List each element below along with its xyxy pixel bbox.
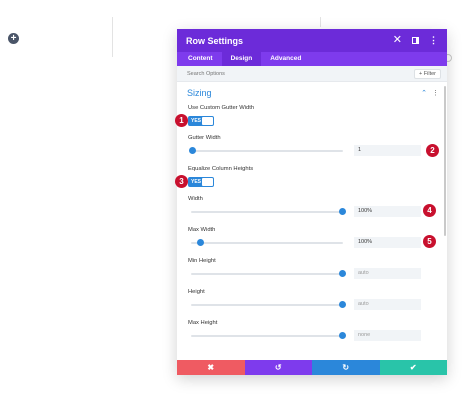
setting-gutter-width: Gutter Width 1	[188, 135, 436, 156]
filter-button[interactable]: + Filter	[414, 68, 441, 79]
setting-height: Height auto	[188, 289, 436, 310]
setting-label: Max Width	[188, 227, 216, 233]
kebab-icon[interactable]: ⋮	[432, 89, 439, 97]
setting-label: Equalize Column Heights	[188, 166, 254, 172]
annotation-badge-1: 1	[175, 114, 188, 127]
setting-label: Width	[188, 196, 203, 202]
add-section-button[interactable]: +	[8, 33, 19, 44]
setting-max-width: Max Width 100%	[188, 227, 436, 248]
gutter-toggle[interactable]: YES	[188, 116, 214, 126]
annotation-badge-5: 5	[423, 235, 436, 248]
tab-content[interactable]: Content	[179, 52, 222, 66]
toggle-state: YES	[191, 179, 202, 185]
slider-track[interactable]	[191, 304, 343, 306]
setting-label: Max Height	[188, 320, 218, 326]
tab-advanced[interactable]: Advanced	[261, 52, 310, 66]
min-height-input[interactable]: auto	[354, 268, 421, 279]
slider-thumb[interactable]	[339, 208, 346, 215]
tab-bar: Content Design Advanced	[177, 52, 447, 66]
setting-label: Use Custom Gutter Width	[188, 105, 255, 111]
column-divider	[112, 17, 113, 57]
width-input[interactable]: 100%	[354, 206, 421, 217]
slider-thumb[interactable]	[339, 332, 346, 339]
annotation-badge-4: 4	[423, 204, 436, 217]
tab-design[interactable]: Design	[221, 52, 262, 66]
setting-width: Width 100%	[188, 196, 436, 217]
setting-gutter-toggle: Use Custom Gutter Width YES	[188, 105, 436, 126]
modal-footer: ✖ ↺ ↻ ✔	[177, 360, 447, 375]
toggle-state: YES	[191, 118, 202, 124]
save-button[interactable]: ✔	[379, 360, 447, 375]
section-header[interactable]: Sizing ⌃ ⋮	[177, 82, 447, 103]
column-divider	[320, 17, 321, 27]
slider-track[interactable]	[191, 150, 343, 152]
max-height-input[interactable]: none	[354, 330, 421, 341]
close-icon[interactable]: ✕	[393, 35, 402, 46]
scrollbar[interactable]	[444, 86, 446, 236]
slider-track[interactable]	[191, 273, 343, 275]
annotation-badge-2: 2	[426, 144, 439, 157]
row-settings-modal: Row Settings ✕ ⋮ Content Design Advanced…	[177, 29, 447, 375]
equalize-toggle[interactable]: YES	[188, 177, 214, 187]
annotation-badge-3: 3	[175, 175, 188, 188]
cancel-button[interactable]: ✖	[177, 360, 245, 375]
redo-button[interactable]: ↻	[312, 360, 380, 375]
slider-thumb[interactable]	[339, 301, 346, 308]
gutter-width-input[interactable]: 1	[354, 145, 421, 156]
max-width-input[interactable]: 100%	[354, 237, 421, 248]
page: + Row Settings ✕ ⋮ Content Design Advanc…	[0, 0, 474, 410]
kebab-icon[interactable]: ⋮	[429, 36, 438, 45]
search-bar: + Filter	[177, 66, 447, 82]
chevron-up-icon[interactable]: ⌃	[421, 89, 427, 97]
columns-icon[interactable]	[412, 37, 419, 44]
height-input[interactable]: auto	[354, 299, 421, 310]
undo-button[interactable]: ↺	[244, 360, 312, 375]
modal-header: Row Settings ✕ ⋮	[177, 29, 447, 52]
slider-thumb[interactable]	[339, 270, 346, 277]
setting-equalize-toggle: Equalize Column Heights YES	[188, 166, 436, 187]
setting-label: Height	[188, 289, 205, 295]
toggle-knob	[202, 117, 213, 125]
settings-body: Sizing ⌃ ⋮ Use Custom Gutter Width YES G…	[177, 82, 447, 352]
slider-track[interactable]	[191, 335, 343, 337]
setting-min-height: Min Height auto	[188, 258, 436, 279]
slider-track[interactable]	[191, 242, 343, 244]
section-title: Sizing	[187, 87, 212, 98]
modal-title: Row Settings	[186, 35, 244, 46]
setting-label: Min Height	[188, 258, 216, 264]
search-input[interactable]	[187, 70, 415, 77]
slider-thumb[interactable]	[189, 147, 196, 154]
setting-label: Gutter Width	[188, 135, 221, 141]
setting-max-height: Max Height none	[188, 320, 436, 341]
toggle-knob	[202, 178, 213, 186]
slider-thumb[interactable]	[196, 239, 204, 246]
slider-track[interactable]	[191, 211, 343, 213]
